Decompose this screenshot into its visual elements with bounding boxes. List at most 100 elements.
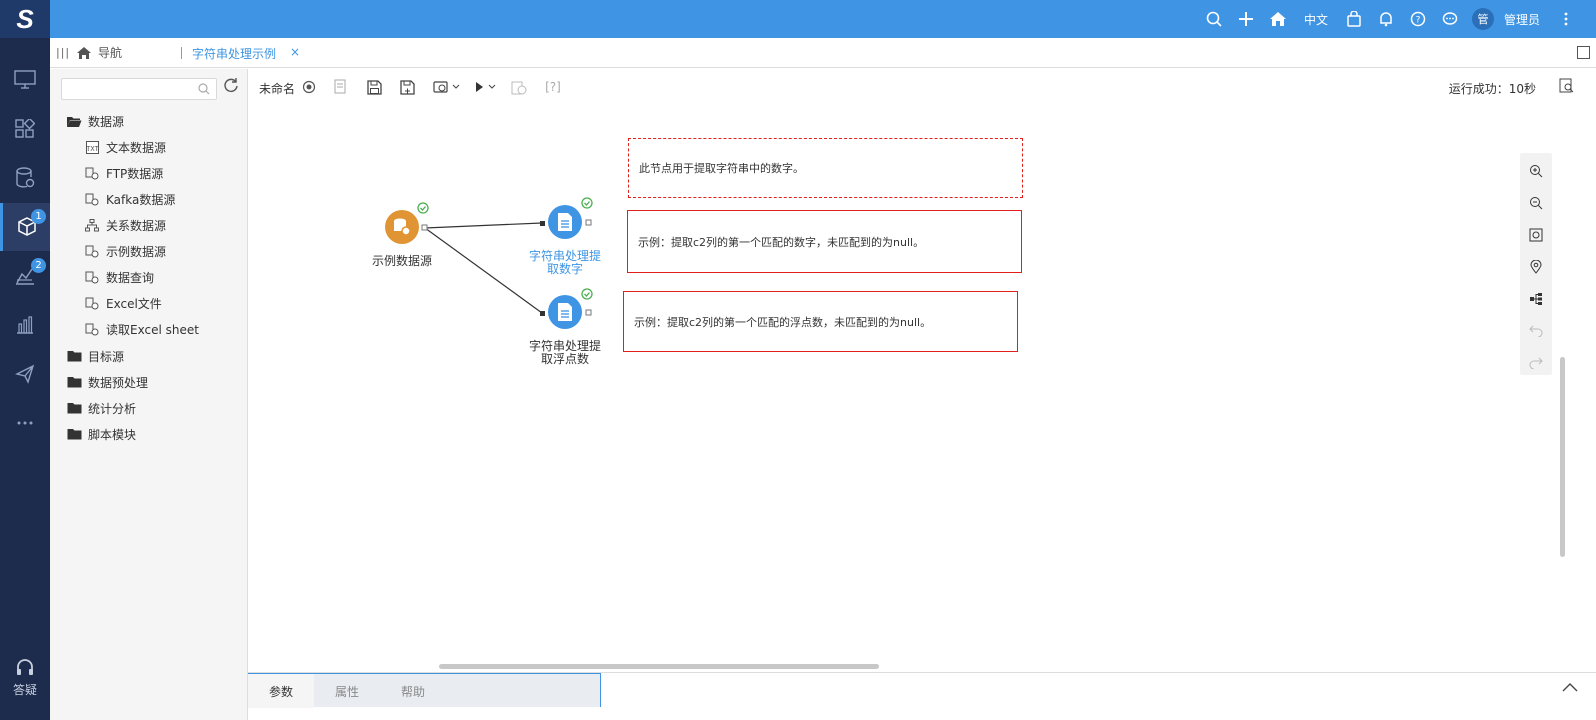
tab-close-icon[interactable]: ×	[290, 45, 300, 62]
tab-string-processing[interactable]: 字符串处理示例 ×	[192, 45, 300, 62]
tree-item-excel-file[interactable]: Excel文件	[84, 291, 162, 315]
help-button[interactable]: [?]	[542, 78, 564, 96]
node-label-extract-number[interactable]: 字符串处理提 取数字	[520, 250, 610, 276]
tree-label: 数据查询	[106, 270, 155, 285]
tab-params[interactable]: 参数	[248, 674, 314, 708]
success-check-icon	[581, 288, 593, 300]
nav-dashboard-icon[interactable]	[0, 105, 50, 153]
redo-icon[interactable]	[1528, 355, 1544, 371]
comment-note-dashed[interactable]: 此节点用于提取字符串中的数字。	[628, 138, 1023, 198]
home-icon	[77, 46, 91, 59]
comment-note[interactable]: 示例：提取c2列的第一个匹配的浮点数，未匹配到的为null。	[623, 291, 1018, 352]
save-as-icon[interactable]	[398, 78, 416, 96]
run-status: 运行成功：10秒	[1448, 82, 1536, 96]
vertical-scrollbar[interactable]	[1560, 357, 1565, 557]
refresh-icon[interactable]	[223, 77, 239, 96]
zoom-out-icon[interactable]	[1528, 195, 1544, 211]
tab-bar: ||| 导航 字符串处理示例 ×	[50, 38, 1596, 68]
properties-icon[interactable]	[332, 78, 350, 96]
question-icon[interactable]: ?	[1402, 0, 1434, 38]
tree-label: 脚本模块	[88, 427, 137, 442]
left-nav: 1 2 答疑	[0, 38, 50, 720]
target-icon[interactable]	[300, 78, 318, 96]
nav-database-icon[interactable]	[0, 154, 50, 202]
tree-label: Excel文件	[106, 296, 162, 311]
search-input[interactable]	[62, 79, 192, 99]
node-label-extract-float[interactable]: 字符串处理提 取浮点数	[520, 340, 610, 366]
node-label-line: 取浮点数	[540, 352, 589, 366]
chevron-up-icon[interactable]	[1562, 681, 1578, 695]
tree-folder-target[interactable]: 目标源	[66, 344, 124, 368]
add-icon[interactable]	[1230, 0, 1262, 38]
tree-label: 数据预处理	[88, 375, 149, 390]
top-bar: S 中文 ? 管 管理员	[0, 0, 1596, 38]
tree-label: FTP数据源	[106, 166, 164, 181]
tree-folder-script[interactable]: 脚本模块	[66, 422, 136, 446]
search-field[interactable]	[61, 78, 217, 100]
tree-item-excel-sheet[interactable]: 读取Excel sheet	[84, 317, 199, 341]
nav-send-icon[interactable]	[0, 350, 50, 398]
flow-canvas[interactable]: 示例数据源 字符串处理提 取数字 字符串处理提 取浮点数 此节点用于提取字符串中…	[248, 105, 1596, 671]
home-icon[interactable]	[1262, 0, 1294, 38]
bag-icon[interactable]	[1338, 0, 1370, 38]
tree-item-data-query[interactable]: 数据查询	[84, 265, 154, 289]
input-port[interactable]	[540, 311, 545, 316]
chat-icon[interactable]	[1434, 0, 1466, 38]
nav-analysis-icon[interactable]: 2	[0, 252, 50, 300]
avatar[interactable]: 管	[1471, 8, 1494, 30]
layout-tree-icon[interactable]	[1528, 291, 1544, 307]
experiment-editor: 未命名 [?] 运行成功：10秒 示例数据源 字符串处理提 取数字 字符串处理提…	[248, 69, 1596, 720]
tree-label: 数据源	[88, 114, 125, 129]
grip-icon[interactable]: |||	[56, 46, 70, 59]
bell-icon[interactable]	[1370, 0, 1402, 38]
output-port[interactable]	[421, 224, 428, 231]
horizontal-scrollbar[interactable]	[439, 664, 879, 669]
tab-attributes[interactable]: 属性	[314, 674, 380, 708]
kafka-icon	[84, 192, 100, 206]
nav-help[interactable]: 答疑	[0, 658, 50, 698]
nav-monitor-icon[interactable]	[0, 56, 50, 104]
connection-line[interactable]	[424, 222, 543, 229]
tree-folder-datasource[interactable]: 数据源	[66, 109, 124, 133]
location-icon[interactable]	[1528, 259, 1544, 275]
output-port[interactable]	[585, 219, 592, 226]
comment-note[interactable]: 示例：提取c2列的第一个匹配的数字，未匹配到的为null。	[627, 210, 1022, 273]
folder-icon	[66, 401, 82, 415]
preview-icon[interactable]	[1559, 78, 1574, 96]
tab-separator	[181, 47, 182, 59]
text-file-icon: TXT	[84, 140, 100, 154]
maximize-icon[interactable]	[1577, 46, 1590, 59]
nav-more-icon[interactable]	[0, 399, 50, 447]
nav-model-icon[interactable]: 1	[0, 203, 50, 251]
tree-item-sample-source[interactable]: 示例数据源	[84, 239, 166, 263]
undo-icon[interactable]	[1528, 323, 1544, 339]
language-switch[interactable]: 中文	[1294, 11, 1338, 28]
tree-label: 读取Excel sheet	[106, 322, 199, 337]
experiment-name[interactable]: 未命名	[259, 80, 295, 97]
bottom-panel: 参数 属性 帮助	[248, 672, 1596, 720]
search-icon[interactable]	[1198, 0, 1230, 38]
output-port[interactable]	[585, 309, 592, 316]
zoom-in-icon[interactable]	[1528, 163, 1544, 179]
schedule-icon[interactable]	[510, 78, 528, 96]
tab-home[interactable]: 导航	[76, 44, 122, 61]
save-icon[interactable]	[365, 78, 383, 96]
input-port[interactable]	[540, 221, 545, 226]
run-dropdown[interactable]	[472, 78, 500, 96]
node-label-line: 取数字	[546, 262, 583, 276]
node-label-sample-source[interactable]: 示例数据源	[352, 255, 452, 268]
tree-folder-statistics[interactable]: 统计分析	[66, 396, 136, 420]
tree-item-text-source[interactable]: TXT 文本数据源	[84, 135, 166, 159]
nav-chart-icon[interactable]	[0, 301, 50, 349]
settings-dropdown[interactable]	[432, 78, 462, 96]
tree-item-kafka-source[interactable]: Kafka数据源	[84, 187, 175, 211]
tab-help[interactable]: 帮助	[380, 674, 446, 708]
username[interactable]: 管理员	[1494, 11, 1550, 28]
tree-item-ftp-source[interactable]: FTP数据源	[84, 161, 163, 185]
tree-item-relational-source[interactable]: 关系数据源	[84, 213, 166, 237]
search-icon[interactable]	[198, 83, 210, 98]
tree-folder-preprocess[interactable]: 数据预处理	[66, 370, 148, 394]
more-vertical-icon[interactable]	[1550, 0, 1582, 38]
fit-view-icon[interactable]	[1528, 227, 1544, 243]
app-logo[interactable]: S	[0, 0, 50, 38]
